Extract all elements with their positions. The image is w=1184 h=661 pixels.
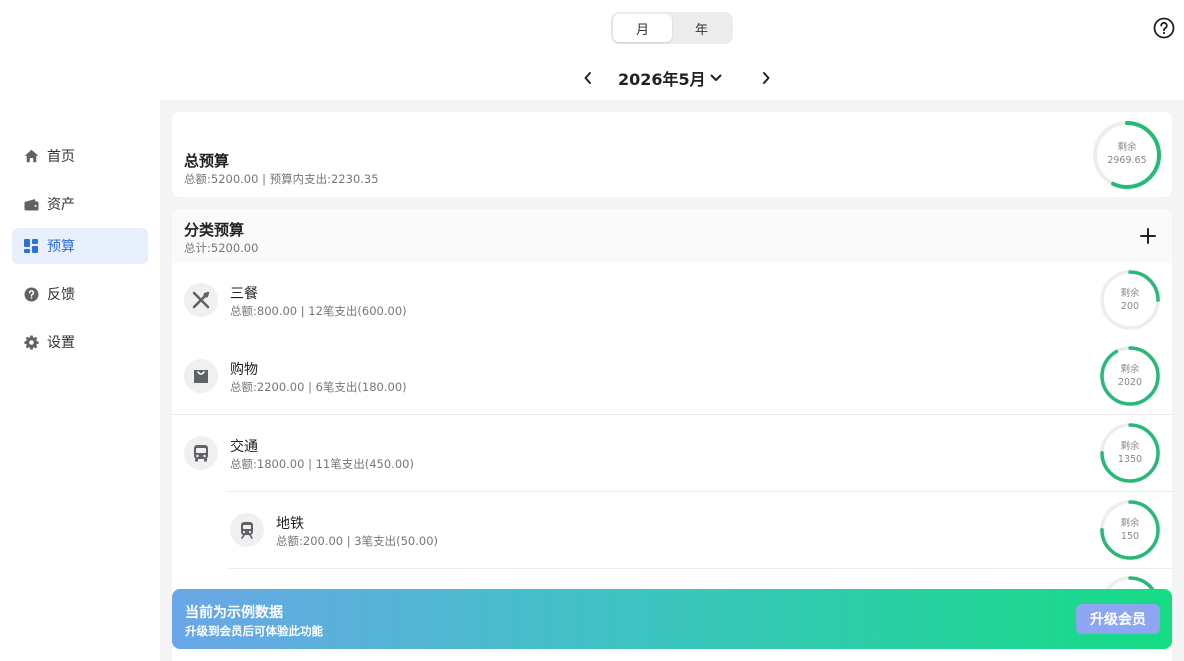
chevron-left-icon xyxy=(584,72,591,84)
category-budget-title: 分类预算 xyxy=(184,221,245,239)
total-budget-summary: 总额:5200.00 | 预算内支出:2230.35 xyxy=(184,172,379,186)
budget-row-name: 交通 xyxy=(230,439,258,455)
ring-value: 1350 xyxy=(1117,454,1143,465)
prev-month-button[interactable] xyxy=(578,64,598,92)
sidebar-item-label: 预算 xyxy=(47,239,75,255)
sidebar: 首页 资产 预算 反馈 设置 xyxy=(0,100,160,661)
budget-row-info: 总额:2200.00 | 6笔支出(180.00) xyxy=(230,380,407,394)
banner-title: 当前为示例数据 xyxy=(185,605,283,621)
ring-value: 2969.65 xyxy=(1107,155,1147,166)
row-divider xyxy=(228,568,1172,569)
budget-row-info: 总额:1800.00 | 11笔支出(450.00) xyxy=(230,457,414,471)
ring-label: 剩余 xyxy=(1120,288,1140,299)
plus-icon xyxy=(1140,228,1156,244)
main-content: 总预算 总额:5200.00 | 预算内支出:2230.35 剩余 2969.6… xyxy=(160,100,1184,661)
banner-subtitle: 升级到会员后可体验此功能 xyxy=(185,624,323,638)
budget-row-transport[interactable]: 交通 总额:1800.00 | 11笔支出(450.00) 剩余 1350 xyxy=(172,416,1172,492)
total-remaining-ring: 剩余 2969.65 xyxy=(1092,120,1162,190)
month-selector[interactable]: 2026年5月 xyxy=(598,66,756,90)
dashboard-icon xyxy=(23,238,39,254)
question-icon xyxy=(23,286,39,302)
tab-month[interactable]: 月 xyxy=(613,14,672,42)
home-icon xyxy=(23,148,39,164)
ring-label: 剩余 xyxy=(1120,518,1140,529)
ring-label: 剩余 xyxy=(1120,441,1140,452)
sidebar-item-assets[interactable]: 资产 xyxy=(12,186,148,222)
month-label: 2026年5月 xyxy=(618,70,706,89)
remaining-ring: 剩余 1350 xyxy=(1100,423,1160,483)
gear-icon xyxy=(23,334,39,350)
budget-row-info: 总额:800.00 | 12笔支出(600.00) xyxy=(230,304,407,318)
utensils-icon xyxy=(184,283,218,317)
ring-value: 200 xyxy=(1120,301,1140,312)
sidebar-item-label: 设置 xyxy=(47,335,75,351)
sidebar-item-label: 反馈 xyxy=(47,287,75,303)
total-budget-card[interactable]: 总预算 总额:5200.00 | 预算内支出:2230.35 剩余 2969.6… xyxy=(172,112,1172,197)
budget-row-name: 三餐 xyxy=(230,286,258,302)
shopping-bag-icon xyxy=(184,359,218,393)
budget-row-subway[interactable]: 地铁 总额:200.00 | 3笔支出(50.00) 剩余 150 xyxy=(172,493,1172,569)
remaining-ring: 剩余 2020 xyxy=(1100,346,1160,406)
wallet-icon xyxy=(23,196,39,212)
budget-row-name: 购物 xyxy=(230,362,258,378)
sidebar-item-feedback[interactable]: 反馈 xyxy=(12,276,148,312)
remaining-ring: 剩余 200 xyxy=(1100,270,1160,330)
chevron-down-icon xyxy=(710,74,722,81)
sidebar-item-label: 首页 xyxy=(47,149,75,165)
next-month-button[interactable] xyxy=(756,64,776,92)
sidebar-item-home[interactable]: 首页 xyxy=(12,138,148,174)
question-circle-icon[interactable] xyxy=(1153,17,1175,39)
chevron-right-icon xyxy=(763,72,770,84)
row-divider xyxy=(228,491,1172,492)
ring-label: 剩余 xyxy=(1117,142,1137,153)
period-toggle: 月 年 xyxy=(611,12,733,44)
upgrade-button[interactable]: 升级会员 xyxy=(1076,604,1160,634)
ring-value: 150 xyxy=(1120,531,1140,542)
remaining-ring: 剩余 150 xyxy=(1100,500,1160,560)
total-budget-title: 总预算 xyxy=(184,152,230,170)
top-bar: 月 年 2026年5月 xyxy=(0,0,1184,100)
sample-data-banner: 当前为示例数据 升级到会员后可体验此功能 升级会员 xyxy=(172,589,1172,649)
month-navigator: 2026年5月 xyxy=(578,64,776,92)
budget-row-shopping[interactable]: 购物 总额:2200.00 | 6笔支出(180.00) 剩余 2020 xyxy=(172,339,1172,415)
add-category-button[interactable] xyxy=(1137,225,1159,247)
row-divider xyxy=(172,414,1172,415)
sidebar-item-label: 资产 xyxy=(47,197,75,213)
budget-row-meals[interactable]: 三餐 总额:800.00 | 12笔支出(600.00) 剩余 200 xyxy=(172,263,1172,339)
sidebar-item-budget[interactable]: 预算 xyxy=(12,228,148,264)
ring-label: 剩余 xyxy=(1120,364,1140,375)
train-icon xyxy=(230,513,264,547)
budget-row-name: 地铁 xyxy=(276,516,304,532)
bus-icon xyxy=(184,436,218,470)
ring-value: 2020 xyxy=(1117,377,1143,388)
budget-row-info: 总额:200.00 | 3笔支出(50.00) xyxy=(276,534,439,548)
sidebar-item-settings[interactable]: 设置 xyxy=(12,324,148,360)
category-budget-header: 分类预算 总计:5200.00 xyxy=(172,209,1172,263)
tab-year[interactable]: 年 xyxy=(672,14,731,42)
category-budget-total: 总计:5200.00 xyxy=(184,241,259,255)
